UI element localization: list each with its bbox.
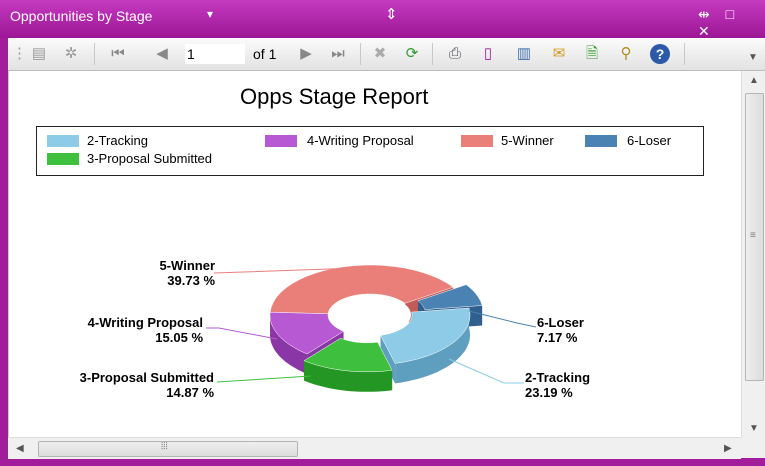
- data-label-writing-proposal-value: 15.05 %: [155, 330, 203, 345]
- save-icon[interactable]: 🗎: [582, 44, 602, 64]
- print-layout-icon[interactable]: ▯: [478, 44, 498, 64]
- stop-icon[interactable]: ✖: [370, 44, 390, 64]
- legend-swatch-proposal-submitted: [47, 153, 79, 165]
- title-dropdown-icon[interactable]: ▾: [207, 7, 213, 21]
- toolbar-grip-icon: ⋮: [12, 45, 27, 62]
- scrollbar-corner: [741, 437, 765, 458]
- legend-swatch-writing-proposal: [265, 135, 297, 147]
- leader-line-proposal-submitted: [216, 375, 312, 383]
- legend-label-writing-proposal: 4-Writing Proposal: [307, 133, 414, 148]
- data-label-loser: 6-Loser 7.17 %: [537, 315, 584, 345]
- horizontal-scrollbar[interactable]: ◀ ⦙⦙⦙ ▶: [8, 437, 741, 459]
- first-page-icon[interactable]: ⏮: [108, 44, 128, 64]
- legend-label-proposal-submitted: 3-Proposal Submitted: [87, 151, 213, 166]
- leader-line-writing-proposal: [206, 327, 278, 340]
- data-label-proposal-submitted: 3-Proposal Submitted 14.87 %: [30, 370, 214, 400]
- report-toolbar: ⋮ ▤ ✲ ⏮ ◀ of 1 ▶ ⏭ ✖ ⟳ ⎙ ▯ ▥ ✉ 🗎 ⚲ ? ▼: [8, 38, 765, 71]
- report-window: Opportunities by Stage ▾ ⇕ ⇹ □ ✕ ⋮ ▤ ✲ ⏮…: [0, 0, 765, 466]
- legend-swatch-tracking: [47, 135, 79, 147]
- toolbar-separator: [684, 43, 685, 65]
- help-icon[interactable]: ?: [650, 44, 670, 64]
- document-map-icon[interactable]: ▤: [30, 44, 48, 64]
- find-icon[interactable]: ⚲: [616, 44, 636, 64]
- page-number-input[interactable]: [185, 44, 245, 64]
- data-label-loser-name: 6-Loser: [537, 315, 584, 330]
- refresh-icon[interactable]: ⟳: [402, 44, 422, 64]
- toolbar-separator: [94, 43, 95, 65]
- grip-icon: ⦙⦙⦙: [161, 441, 168, 452]
- legend-swatch-loser: [585, 135, 617, 147]
- data-label-tracking: 2-Tracking 23.19 %: [525, 370, 590, 400]
- scroll-down-icon[interactable]: ▼: [749, 423, 759, 434]
- legend-label-winner: 5-Winner: [501, 133, 554, 148]
- vertical-scrollbar[interactable]: ▲ ≡ ▼: [741, 71, 765, 437]
- last-page-icon[interactable]: ⏭: [328, 44, 348, 64]
- data-label-winner: 5-Winner 39.73 %: [100, 258, 216, 288]
- window-title: Opportunities by Stage: [10, 8, 153, 24]
- doughnut-hole: [329, 294, 411, 336]
- legend-swatch-winner: [461, 135, 493, 147]
- chart-legend: 2-Tracking 4-Writing Proposal 5-Winner 6…: [36, 126, 704, 176]
- data-label-proposal-submitted-name: 3-Proposal Submitted: [79, 370, 214, 385]
- export-icon[interactable]: ✉: [548, 44, 570, 64]
- grip-icon: ≡: [750, 230, 756, 241]
- vertical-scroll-thumb[interactable]: ≡: [745, 93, 764, 381]
- data-label-winner-value: 39.73 %: [167, 273, 215, 288]
- chart-title: Opps Stage Report: [240, 84, 429, 109]
- window-actions[interactable]: ⇹ □ ✕: [698, 6, 765, 40]
- toolbar-separator: [432, 43, 433, 65]
- parameters-icon[interactable]: ✲: [62, 44, 80, 64]
- data-label-writing-proposal-name: 4-Writing Proposal: [87, 315, 203, 330]
- print-icon[interactable]: ⎙: [444, 44, 466, 64]
- data-label-writing-proposal: 4-Writing Proposal 15.05 %: [40, 315, 203, 345]
- scroll-up-icon[interactable]: ▲: [749, 75, 759, 86]
- data-label-tracking-name: 2-Tracking: [525, 370, 591, 385]
- data-label-proposal-submitted-value: 14.87 %: [166, 385, 214, 400]
- page-setup-icon[interactable]: ▥: [514, 44, 534, 64]
- scroll-left-icon[interactable]: ◀: [16, 443, 24, 454]
- next-page-icon[interactable]: ▶: [296, 44, 316, 64]
- legend-label-tracking: 2-Tracking: [87, 133, 148, 148]
- horizontal-scroll-thumb[interactable]: ⦙⦙⦙: [38, 441, 298, 457]
- resize-vertical-icon[interactable]: ⇕: [385, 5, 398, 23]
- title-bar: Opportunities by Stage ▾ ⇕ ⇹ □ ✕: [0, 0, 765, 40]
- data-label-tracking-value: 23.19 %: [525, 385, 573, 400]
- leader-line-tracking: [448, 358, 524, 384]
- toolbar-overflow-icon[interactable]: ▼: [746, 48, 760, 68]
- previous-page-icon[interactable]: ◀: [152, 44, 172, 64]
- data-label-loser-value: 7.17 %: [537, 330, 578, 345]
- scroll-right-icon[interactable]: ▶: [724, 443, 732, 454]
- data-label-winner-name: 5-Winner: [159, 258, 216, 273]
- legend-label-loser: 6-Loser: [627, 133, 672, 148]
- page-count-label: of 1: [253, 46, 277, 62]
- toolbar-separator: [360, 43, 361, 65]
